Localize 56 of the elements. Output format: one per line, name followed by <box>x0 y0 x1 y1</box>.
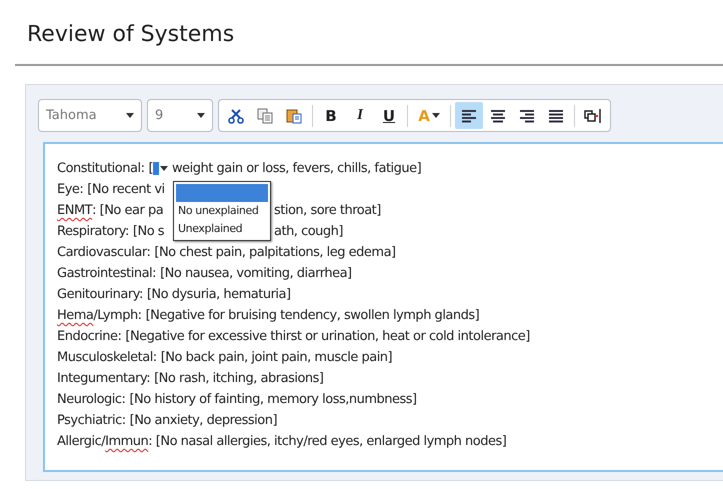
dropdown-option[interactable]: Unexplained <box>176 220 268 238</box>
section-label: Constitutional: <box>57 161 144 176</box>
section-text: [Negative for excessive thirst or urination, heat or cold intolerance] <box>125 329 530 344</box>
misspelled-word: ENMT <box>57 203 92 218</box>
section-text: [No anxiety, depression] <box>130 413 278 428</box>
section-text: [No chest pain, palpitations, leg edema] <box>154 245 396 260</box>
section-text: [No nausea, vomiting, diarrhea] <box>160 266 352 281</box>
section-label: Gastrointestinal: <box>57 266 156 281</box>
bold-button[interactable]: B <box>317 102 345 129</box>
section-label: Respiratory: <box>57 224 129 239</box>
caret-icon <box>126 113 134 118</box>
section-text: : [No ear pa <box>92 203 164 218</box>
dropdown-option[interactable]: No unexplained <box>176 202 268 220</box>
section-label: /Lymph: <box>93 308 142 323</box>
section-text: [No rash, itching, abrasions] <box>154 371 324 386</box>
section-text: [No recent vi <box>87 182 165 197</box>
align-center-icon <box>490 108 506 122</box>
section-label: Genitourinary: <box>57 287 143 302</box>
scissors-icon <box>228 108 244 124</box>
paste-icon <box>286 108 302 124</box>
section-label: Neurologic: <box>57 392 126 407</box>
page-title: Review of Systems <box>15 0 723 66</box>
caret-icon <box>197 113 205 118</box>
italic-button[interactable]: I <box>346 102 374 129</box>
section-text: [Negative for bruising tendency, swollen lymph glands] <box>146 308 480 323</box>
align-left-icon <box>461 108 477 122</box>
misspelled-word: Immun <box>105 434 148 449</box>
section-text: [No dysuria, hematuria] <box>146 287 291 302</box>
section-text: : [No nasal allergies, itchy/red eyes, enlarged lymph nodes] <box>148 434 506 449</box>
section-label: Musculoskeletal: <box>57 350 157 365</box>
dropdown-field[interactable] <box>153 162 168 175</box>
section-label: Cardiovascular: <box>57 245 150 260</box>
section-text: [ <box>148 161 154 176</box>
misspelled-word: Hema <box>57 308 94 323</box>
align-justify-icon <box>548 108 564 122</box>
section-text: [No s <box>132 224 164 239</box>
section-text: [No history of fainting, memory loss,numbness] <box>129 392 417 407</box>
section-text: [No back pain, joint pain, muscle pain] <box>160 350 392 365</box>
copy-icon <box>257 108 273 124</box>
section-label: Psychiatric: <box>57 413 126 428</box>
underline-button[interactable]: U <box>375 102 403 129</box>
section-text: ath, cough] <box>274 224 343 239</box>
align-left-button[interactable] <box>455 102 483 129</box>
font-select[interactable]: Tahoma <box>38 99 142 132</box>
align-right-icon <box>519 108 535 122</box>
insert-field-icon <box>584 108 602 124</box>
section-label: Eye: <box>57 182 84 197</box>
section-text: stion, sore throat] <box>274 203 381 218</box>
caret-icon <box>432 113 440 118</box>
caret-icon <box>160 166 168 171</box>
section-label: Allergic/ <box>57 434 106 449</box>
text-editor[interactable] <box>43 142 723 472</box>
section-text: weight gain or loss, fevers, chills, fatigue] <box>172 161 422 176</box>
section-label: Integumentary: <box>57 371 150 386</box>
size-select[interactable]: 9 <box>147 99 213 132</box>
section-label: Endocrine: <box>57 329 122 344</box>
